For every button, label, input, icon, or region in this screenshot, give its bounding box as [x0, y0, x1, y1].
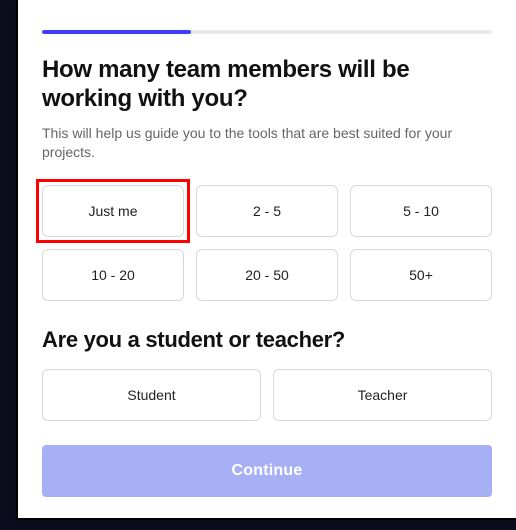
option-just-me[interactable]: Just me	[42, 185, 184, 237]
option-20-50[interactable]: 20 - 50	[196, 249, 338, 301]
question-2-title: Are you a student or teacher?	[42, 327, 492, 353]
team-size-row-1: Just me 2 - 5 5 - 10	[42, 185, 492, 237]
progress-fill	[42, 30, 191, 34]
role-options: Student Teacher	[42, 369, 492, 421]
option-50-plus[interactable]: 50+	[350, 249, 492, 301]
option-2-5[interactable]: 2 - 5	[196, 185, 338, 237]
continue-button[interactable]: Continue	[42, 445, 492, 497]
question-1-hint: This will help us guide you to the tools…	[42, 124, 492, 163]
option-5-10[interactable]: 5 - 10	[350, 185, 492, 237]
team-size-row-2: 10 - 20 20 - 50 50+	[42, 249, 492, 301]
progress-bar	[42, 30, 492, 34]
question-1-title: How many team members will be working wi…	[42, 56, 492, 114]
option-teacher[interactable]: Teacher	[273, 369, 492, 421]
onboarding-card: How many team members will be working wi…	[18, 0, 516, 518]
option-10-20[interactable]: 10 - 20	[42, 249, 184, 301]
option-student[interactable]: Student	[42, 369, 261, 421]
